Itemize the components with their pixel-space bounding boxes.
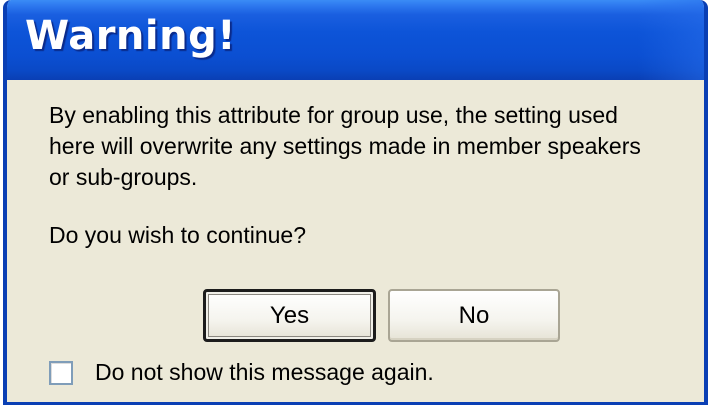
dont-show-again-label[interactable]: Do not show this message again.	[95, 359, 434, 386]
dialog-title: Warning!	[25, 13, 236, 59]
yes-button[interactable]: Yes	[203, 289, 376, 342]
no-button-label: No	[458, 301, 490, 329]
dont-show-again-checkbox[interactable]	[49, 360, 73, 385]
warning-dialog: Warning! By enabling this attribute for …	[3, 0, 708, 405]
title-bar[interactable]: Warning!	[7, 0, 704, 80]
message-line: By enabling this attribute for group use…	[49, 102, 618, 128]
dont-show-again-option[interactable]: Do not show this message again.	[49, 359, 434, 386]
yes-button-label: Yes	[269, 301, 310, 329]
message-line: or sub-groups.	[49, 164, 198, 190]
no-button[interactable]: No	[388, 289, 560, 342]
warning-message: By enabling this attribute for group use…	[49, 100, 689, 193]
message-line: here will overwrite any settings made in…	[49, 133, 641, 159]
confirmation-question: Do you wish to continue?	[49, 222, 306, 248]
